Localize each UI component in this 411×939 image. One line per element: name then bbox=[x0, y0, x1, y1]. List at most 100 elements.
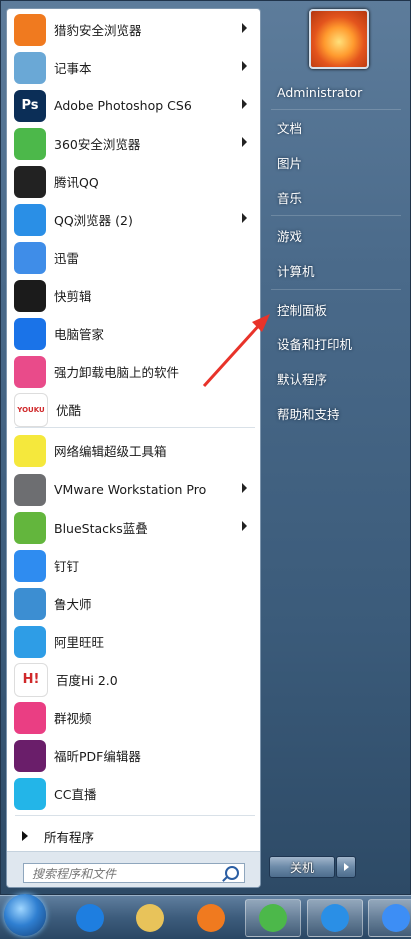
program-item[interactable]: VMware Workstation Pro bbox=[8, 471, 259, 508]
baidu-netdisk-taskbar-button[interactable] bbox=[368, 899, 411, 937]
youku-icon: YOUKU bbox=[14, 392, 48, 427]
search-box[interactable] bbox=[23, 863, 245, 883]
program-item[interactable]: 猎豹安全浏览器 bbox=[8, 11, 259, 48]
cc-live-icon bbox=[14, 777, 46, 810]
start-orb-icon[interactable] bbox=[4, 894, 46, 936]
right-item-documents[interactable]: 文档 bbox=[269, 113, 404, 141]
search-input[interactable] bbox=[30, 865, 224, 883]
all-programs-button[interactable]: 所有程序 bbox=[8, 821, 259, 851]
submenu-arrow-icon[interactable] bbox=[242, 137, 247, 147]
right-item-computer[interactable]: 计算机 bbox=[269, 256, 404, 284]
program-item[interactable]: 电脑管家 bbox=[8, 315, 259, 352]
program-label: 钉钉 bbox=[54, 559, 80, 574]
program-label: Adobe Photoshop CS6 bbox=[54, 98, 192, 113]
shutdown-button[interactable]: 关机 bbox=[269, 856, 335, 878]
submenu-arrow-icon[interactable] bbox=[242, 23, 247, 33]
bluestacks-icon bbox=[14, 511, 46, 544]
baidu-hi-icon: H! bbox=[14, 662, 48, 697]
divider bbox=[271, 109, 401, 110]
program-label: BlueStacks蓝叠 bbox=[54, 521, 148, 536]
right-item-games[interactable]: 游戏 bbox=[269, 221, 404, 249]
submenu-arrow-icon[interactable] bbox=[242, 213, 247, 223]
program-item[interactable]: BlueStacks蓝叠 bbox=[8, 509, 259, 546]
program-item[interactable]: 腾讯QQ bbox=[8, 163, 259, 200]
pc-manager-icon bbox=[14, 317, 46, 350]
qq-icon bbox=[14, 165, 46, 198]
program-label: 腾讯QQ bbox=[54, 175, 99, 190]
program-label: 阿里旺旺 bbox=[54, 635, 105, 650]
shutdown-options-button[interactable] bbox=[336, 856, 356, 878]
dingtalk-icon bbox=[14, 549, 46, 582]
explorer-taskbar-button[interactable] bbox=[122, 899, 178, 937]
program-label: 快剪辑 bbox=[54, 289, 92, 304]
program-item[interactable]: 网络编辑超级工具箱 bbox=[8, 432, 259, 469]
program-label: 福昕PDF编辑器 bbox=[54, 749, 141, 764]
uninstaller-icon bbox=[14, 355, 46, 388]
program-label: 优酷 bbox=[56, 403, 82, 418]
program-item[interactable]: 钉钉 bbox=[8, 547, 259, 584]
program-label: 强力卸载电脑上的软件 bbox=[54, 365, 180, 380]
right-item-default-programs[interactable]: 默认程序 bbox=[269, 364, 404, 392]
right-item-control-panel[interactable]: 控制面板 bbox=[269, 295, 404, 323]
program-item[interactable]: 福昕PDF编辑器 bbox=[8, 737, 259, 774]
user-name[interactable]: Administrator bbox=[269, 78, 404, 106]
ludashi-icon bbox=[14, 587, 46, 620]
program-item[interactable]: H! 百度Hi 2.0 bbox=[8, 661, 259, 698]
program-item[interactable]: QQ浏览器 (2) bbox=[8, 201, 259, 238]
submenu-arrow-icon[interactable] bbox=[242, 99, 247, 109]
ie-taskbar-button[interactable] bbox=[62, 899, 118, 937]
qq-browser-taskbar-icon bbox=[321, 904, 349, 932]
divider bbox=[15, 815, 255, 816]
program-item[interactable]: 快剪辑 bbox=[8, 277, 259, 314]
cheetah-taskbar-icon bbox=[197, 904, 225, 932]
foxit-pdf-icon bbox=[14, 739, 46, 772]
program-item[interactable]: YOUKU 优酷 bbox=[8, 391, 259, 428]
program-label: 记事本 bbox=[54, 61, 92, 76]
submenu-arrow-icon[interactable] bbox=[242, 61, 247, 71]
user-avatar[interactable] bbox=[309, 9, 369, 69]
360-browser-icon bbox=[14, 127, 46, 160]
right-item-help-support[interactable]: 帮助和支持 bbox=[269, 399, 404, 427]
divider bbox=[271, 289, 401, 290]
program-label: 360安全浏览器 bbox=[54, 137, 141, 152]
program-item[interactable]: 记事本 bbox=[8, 49, 259, 86]
right-item-devices-printers[interactable]: 设备和打印机 bbox=[269, 329, 404, 357]
divider bbox=[15, 427, 255, 428]
program-label: 电脑管家 bbox=[54, 327, 105, 342]
program-item[interactable]: 迅雷 bbox=[8, 239, 259, 276]
submenu-arrow-icon[interactable] bbox=[242, 483, 247, 493]
right-item-music[interactable]: 音乐 bbox=[269, 183, 404, 211]
program-item[interactable]: CC直播 bbox=[8, 775, 259, 812]
qq-browser-taskbar-button[interactable] bbox=[307, 899, 363, 937]
program-list: 猎豹安全浏览器记事本 Ps Adobe Photoshop CS6 360安全浏览器腾… bbox=[6, 8, 261, 888]
search-icon[interactable] bbox=[225, 866, 239, 880]
program-label: 迅雷 bbox=[54, 251, 80, 266]
cheetah-browser-icon bbox=[14, 13, 46, 46]
program-item[interactable]: 360安全浏览器 bbox=[8, 125, 259, 162]
all-programs-label: 所有程序 bbox=[44, 829, 95, 845]
baidu-netdisk-taskbar-icon bbox=[382, 904, 410, 932]
search-area bbox=[7, 851, 260, 887]
360-taskbar-button[interactable] bbox=[245, 899, 301, 937]
program-item[interactable]: 鲁大师 bbox=[8, 585, 259, 622]
program-item[interactable]: 阿里旺旺 bbox=[8, 623, 259, 660]
360-taskbar-icon bbox=[259, 904, 287, 932]
explorer-taskbar-icon bbox=[136, 904, 164, 932]
taskbar bbox=[0, 894, 411, 939]
program-label: 网络编辑超级工具箱 bbox=[54, 444, 167, 459]
program-label: VMware Workstation Pro bbox=[54, 482, 207, 497]
cheetah-taskbar-button[interactable] bbox=[183, 899, 239, 937]
program-item[interactable]: 群视频 bbox=[8, 699, 259, 736]
notepad-icon bbox=[14, 51, 46, 84]
program-item[interactable]: Ps Adobe Photoshop CS6 bbox=[8, 87, 259, 124]
right-item-pictures[interactable]: 图片 bbox=[269, 148, 404, 176]
kuaijianji-icon bbox=[14, 279, 46, 312]
program-item[interactable]: 强力卸载电脑上的软件 bbox=[8, 353, 259, 390]
submenu-arrow-icon[interactable] bbox=[242, 521, 247, 531]
program-label: CC直播 bbox=[54, 787, 97, 802]
divider bbox=[271, 215, 401, 216]
program-label: 鲁大师 bbox=[54, 597, 92, 612]
aliwangwang-icon bbox=[14, 625, 46, 658]
program-label: QQ浏览器 (2) bbox=[54, 213, 133, 228]
group-video-icon bbox=[14, 701, 46, 734]
